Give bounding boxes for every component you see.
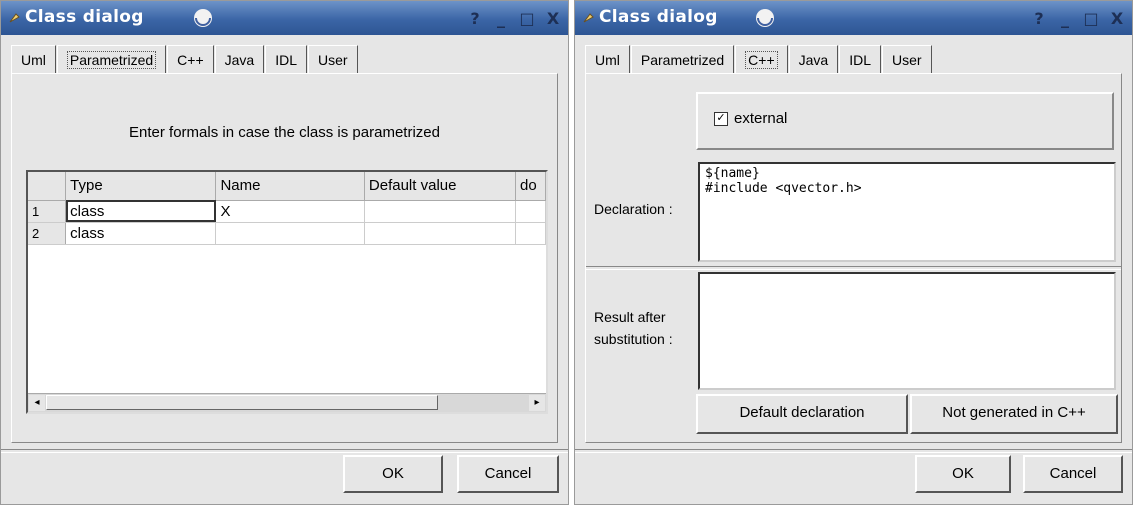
divider [586, 266, 1121, 270]
divider [575, 449, 1132, 453]
scroll-left-icon[interactable]: ◂ [29, 395, 45, 411]
help-button[interactable]: ? [1027, 7, 1051, 29]
scroll-right-icon[interactable]: ▸ [529, 395, 545, 411]
tab-java[interactable]: Java [788, 45, 839, 73]
tab-java[interactable]: Java [214, 45, 265, 73]
tab-bar: Uml Parametrized C++ Java IDL User [585, 45, 933, 73]
swirl-icon [756, 9, 774, 27]
tab-parametrized[interactable]: Parametrized [56, 45, 167, 73]
scrollbar-thumb[interactable] [46, 395, 438, 410]
default-declaration-button[interactable]: Default declaration [696, 394, 908, 434]
tab-idl[interactable]: IDL [265, 45, 307, 73]
table-row: 1 class X [28, 200, 546, 223]
formals-table[interactable]: Type Name Default value do 1 class X 2 c… [26, 170, 548, 414]
column-header-name[interactable]: Name [215, 172, 365, 201]
title-bar[interactable]: Class dialog ? _ □ X [1, 1, 568, 35]
cancel-button[interactable]: Cancel [1023, 455, 1123, 493]
close-button[interactable]: X [1105, 7, 1129, 29]
cancel-button[interactable]: Cancel [457, 455, 559, 493]
tab-user[interactable]: User [882, 45, 932, 73]
cpp-panel: ✓ external Declaration : ${name} #includ… [585, 73, 1122, 443]
result-label-line1: Result after [594, 309, 666, 325]
default-value-cell[interactable] [364, 222, 517, 245]
column-header-type[interactable]: Type [65, 172, 217, 201]
class-dialog-cpp: Class dialog ? _ □ X Uml Parametrized C+… [574, 0, 1133, 505]
app-icon[interactable] [581, 10, 597, 26]
class-dialog-parametrized: Class dialog ? _ □ X Uml Parametrized C+… [0, 0, 569, 505]
parametrized-panel: Enter formals in case the class is param… [11, 73, 558, 443]
close-button[interactable]: X [541, 7, 565, 29]
horizontal-scrollbar[interactable]: ◂ ▸ [28, 393, 546, 412]
maximize-button[interactable]: □ [1079, 7, 1103, 29]
result-label-line2: substitution : [594, 331, 673, 347]
table-row: 2 class [28, 222, 546, 245]
declaration-label: Declaration : [594, 201, 673, 217]
hint-text: Enter formals in case the class is param… [129, 124, 440, 141]
maximize-button[interactable]: □ [515, 7, 539, 29]
swirl-icon [194, 9, 212, 27]
tab-user[interactable]: User [308, 45, 358, 73]
default-value-cell[interactable] [364, 200, 517, 223]
divider [1, 449, 568, 453]
app-icon[interactable] [7, 10, 23, 26]
tab-parametrized-label: Parametrized [66, 51, 157, 69]
tab-uml[interactable]: Uml [11, 45, 56, 73]
tab-cpp-label: C++ [745, 51, 778, 69]
tab-bar: Uml Parametrized C++ Java IDL User [11, 45, 359, 73]
table-header-row: Type Name Default value do [28, 172, 546, 201]
external-checkbox[interactable]: ✓ [714, 112, 728, 126]
type-cell[interactable]: class [65, 222, 217, 245]
ok-button[interactable]: OK [343, 455, 443, 493]
not-generated-button[interactable]: Not generated in C++ [910, 394, 1118, 434]
external-group: ✓ external [696, 92, 1114, 150]
row-header-corner [28, 172, 67, 201]
do-cell[interactable] [515, 200, 546, 223]
declaration-editor[interactable]: ${name} #include <qvector.h> [698, 162, 1116, 262]
window-title: Class dialog [599, 7, 718, 27]
tab-idl[interactable]: IDL [839, 45, 881, 73]
minimize-button[interactable]: _ [1053, 7, 1077, 29]
minimize-button[interactable]: _ [489, 7, 513, 29]
help-button[interactable]: ? [463, 7, 487, 29]
title-bar[interactable]: Class dialog ? _ □ X [575, 1, 1132, 35]
tab-cpp[interactable]: C++ [167, 45, 214, 73]
ok-button[interactable]: OK [915, 455, 1011, 493]
window-title: Class dialog [25, 7, 144, 27]
column-header-default-value[interactable]: Default value [364, 172, 517, 201]
row-number[interactable]: 1 [28, 200, 67, 223]
column-header-do[interactable]: do [515, 172, 546, 201]
name-cell[interactable] [215, 222, 365, 245]
name-cell[interactable]: X [215, 200, 365, 223]
row-number[interactable]: 2 [28, 222, 67, 245]
tab-uml[interactable]: Uml [585, 45, 630, 73]
tab-cpp[interactable]: C++ [735, 45, 788, 73]
type-cell[interactable]: class [65, 200, 217, 223]
result-editor[interactable] [698, 272, 1116, 390]
external-label[interactable]: external [734, 110, 787, 127]
tab-parametrized[interactable]: Parametrized [630, 45, 735, 73]
do-cell[interactable] [515, 222, 546, 245]
